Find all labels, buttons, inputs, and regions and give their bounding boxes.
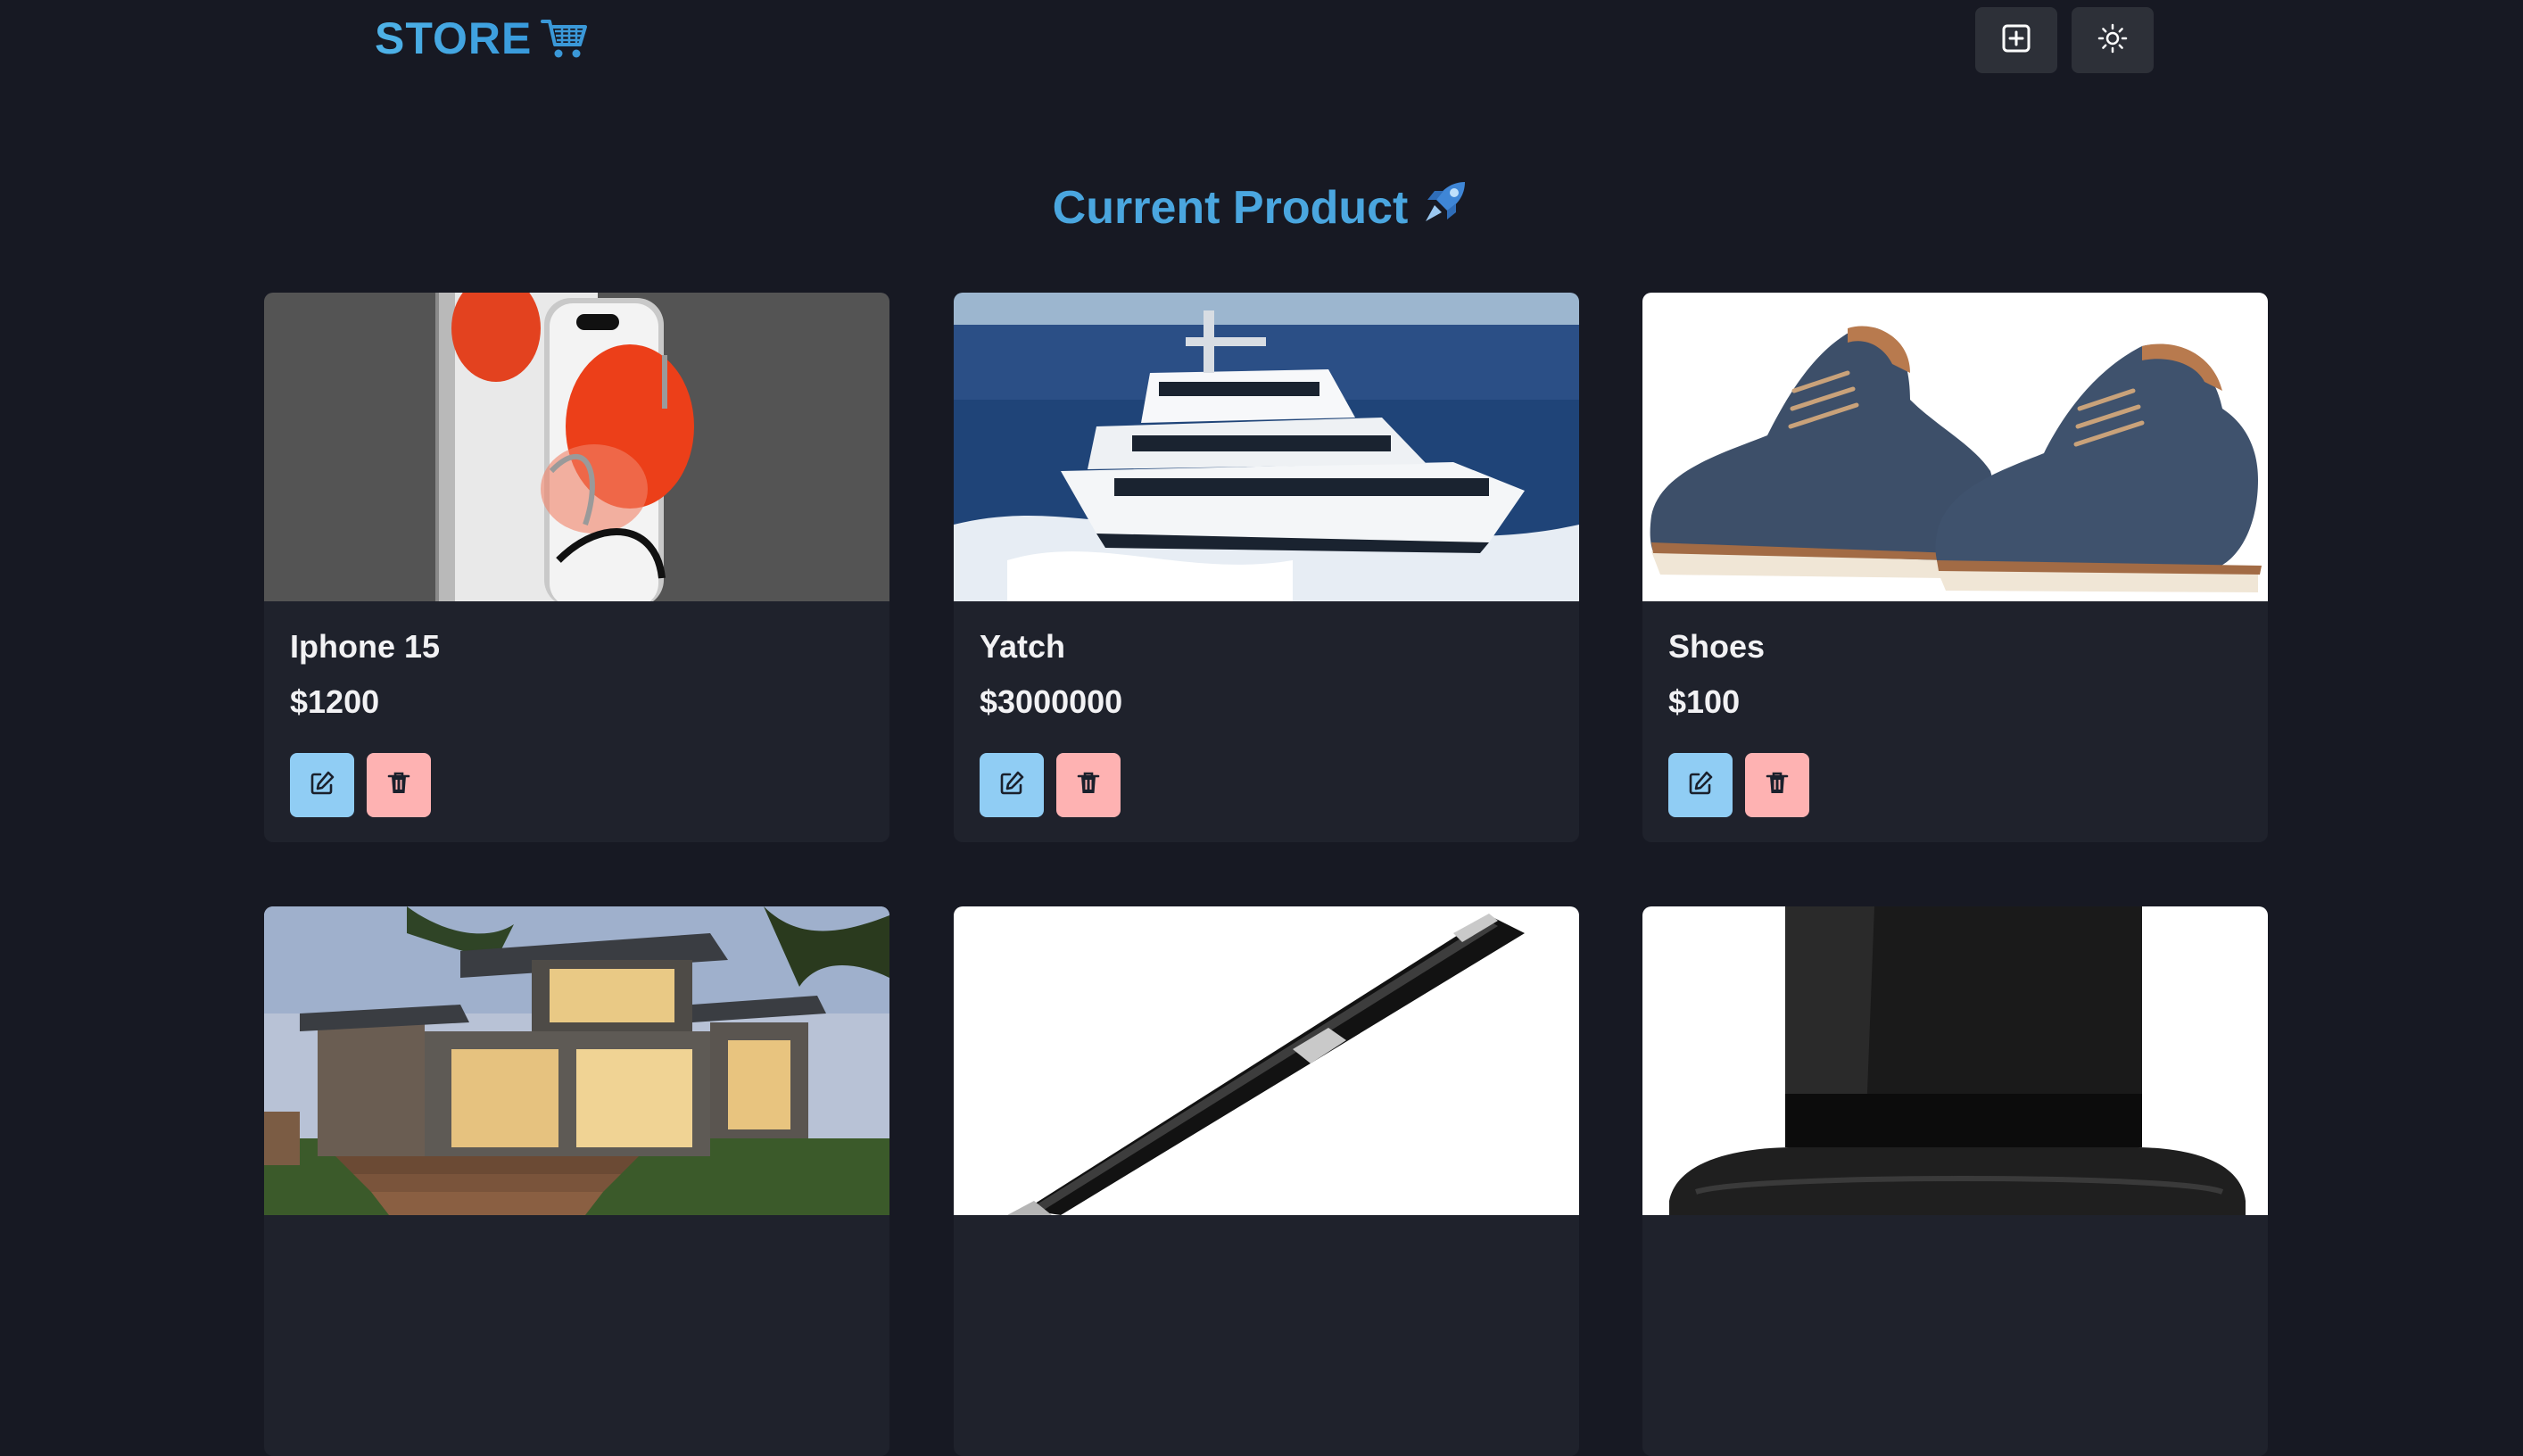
delete-button[interactable] [1745,753,1809,817]
navbar: STORE [0,0,2523,82]
product-card: Iphone 15 $1200 [264,293,889,842]
product-name: Yatch [980,628,1066,665]
add-product-button[interactable] [1975,7,2057,73]
product-name: Shoes [1668,628,1766,665]
house-image [264,906,889,1215]
iphone-image [264,293,889,601]
rocket-icon [1420,177,1470,238]
edit-button[interactable] [980,753,1044,817]
shopping-cart-icon [541,16,591,61]
product-price: $1200 [290,683,380,720]
product-price: $100 [1668,683,1741,720]
top-hat-image [1642,906,2268,1215]
sun-icon [2097,23,2128,58]
edit-button[interactable] [1668,753,1733,817]
product-card [264,906,889,1456]
trash-icon [1764,770,1791,801]
page-heading: Current Product [0,177,2523,238]
delete-button[interactable] [1056,753,1121,817]
product-price: $3000000 [980,683,1123,720]
delete-button[interactable] [367,753,431,817]
edit-icon [1687,770,1714,801]
product-card: Yatch $3000000 [954,293,1579,842]
edit-icon [998,770,1025,801]
trash-icon [1075,770,1102,801]
page-title: Current Product [1052,181,1409,234]
edit-button[interactable] [290,753,354,817]
plus-square-icon [2001,23,2031,58]
brand-text: STORE [375,13,533,63]
product-card [954,906,1579,1456]
yacht-image [954,293,1579,601]
product-name: Iphone 15 [290,628,441,665]
pen-image [954,906,1579,1215]
brand-logo[interactable]: STORE [375,12,591,64]
shoes-image [1642,293,2268,601]
edit-icon [309,770,335,801]
trash-icon [385,770,412,801]
theme-toggle-button[interactable] [2072,7,2154,73]
product-card [1642,906,2268,1456]
product-card: Shoes $100 [1642,293,2268,842]
